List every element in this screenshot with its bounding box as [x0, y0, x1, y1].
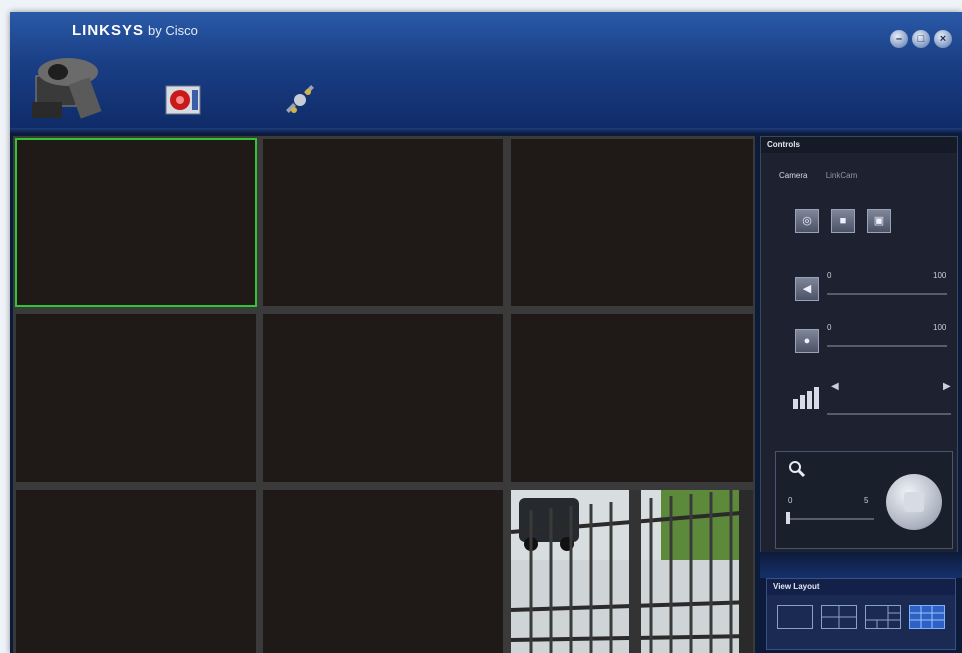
brand-logo: LINKSYS by Cisco — [72, 22, 198, 39]
brand-sub: by Cisco — [148, 23, 198, 38]
view-cell-4[interactable] — [16, 314, 256, 482]
record-button[interactable]: ■ — [831, 209, 855, 233]
snapshot-icon: ◎ — [802, 215, 812, 227]
view-cell-3[interactable] — [511, 139, 753, 306]
volume-max: 100 — [933, 271, 947, 280]
settings-tool[interactable] — [282, 80, 318, 120]
camera-icon: ▣ — [873, 215, 885, 227]
view-cell-2[interactable] — [263, 139, 503, 306]
satellite-settings-icon — [286, 85, 314, 113]
view-cell-8[interactable] — [263, 490, 503, 653]
controls-panel: Controls Camera LinkCam ◎ ■ ▣ ◀ 0 100 ● … — [760, 136, 958, 554]
view-cell-6[interactable] — [511, 314, 753, 482]
view-cell-9[interactable] — [511, 490, 753, 653]
window-controls: – □ × — [890, 30, 952, 48]
view-layout-panel: View Layout — [766, 578, 956, 650]
view-layout-header: View Layout — [767, 579, 955, 595]
volume-min: 0 — [827, 271, 832, 280]
microphone-icon: ● — [803, 335, 811, 347]
quality-slider[interactable] — [827, 413, 951, 415]
maximize-button[interactable]: □ — [912, 30, 930, 48]
view-cell-1[interactable] — [15, 138, 257, 307]
volume-button[interactable]: ◀ — [795, 277, 819, 301]
view-cell-5[interactable] — [263, 314, 503, 482]
zoom-max: 5 — [864, 496, 869, 505]
controls-header: Controls — [761, 137, 957, 153]
mic-slider[interactable] — [827, 345, 947, 347]
layout-mixed-icon — [866, 606, 900, 628]
camera-view-grid — [13, 136, 755, 653]
snapshot-button[interactable]: ◎ — [795, 209, 819, 233]
speaker-icon: ◀ — [802, 283, 812, 295]
quality-left-arrow[interactable]: ◀ — [831, 381, 839, 392]
panel-separator — [760, 552, 962, 578]
camera-label: Camera — [779, 171, 808, 180]
brand-name: LINKSYS — [72, 22, 145, 39]
app-window: LINKSYS by Cisco – □ × Controls Camera L… — [10, 12, 962, 653]
mic-max: 100 — [933, 323, 947, 332]
camera-select[interactable]: LinkCam — [826, 171, 858, 180]
layout-1plus5-button[interactable] — [865, 605, 901, 629]
quality-right-arrow[interactable]: ▶ — [943, 381, 951, 392]
titlebar: LINKSYS by Cisco – □ × — [10, 12, 962, 134]
mic-min: 0 — [827, 323, 832, 332]
zoom-min: 0 — [788, 496, 793, 505]
mic-button[interactable]: ● — [795, 329, 819, 353]
close-button[interactable]: × — [934, 30, 952, 48]
camera-feed-image — [511, 490, 753, 653]
record-film-icon — [165, 85, 201, 115]
zoom-icon — [788, 460, 806, 483]
minimize-button[interactable]: – — [890, 30, 908, 48]
ptz-panel: 0 5 — [775, 451, 953, 549]
camera-tool[interactable] — [28, 50, 108, 122]
volume-slider[interactable] — [827, 293, 947, 295]
camera-button[interactable]: ▣ — [867, 209, 891, 233]
layout-1x1-button[interactable] — [777, 605, 813, 629]
ptz-directional-pad[interactable] — [886, 474, 942, 530]
layout-quad-icon — [822, 606, 856, 628]
camera-row: Camera LinkCam — [779, 171, 857, 180]
ptz-center-button[interactable] — [904, 492, 924, 512]
record-icon: ■ — [839, 215, 847, 227]
zoom-slider-handle[interactable] — [786, 512, 790, 524]
view-cell-7[interactable] — [16, 490, 256, 653]
security-camera-icon — [32, 58, 102, 119]
recording-tool[interactable] — [160, 80, 206, 120]
layout-single-icon — [778, 606, 812, 628]
quality-icon — [791, 383, 821, 416]
zoom-slider[interactable] — [788, 518, 874, 520]
layout-2x2-button[interactable] — [821, 605, 857, 629]
view-layout-options — [767, 595, 955, 639]
layout-grid-icon — [910, 606, 944, 628]
layout-3x3-button[interactable] — [909, 605, 945, 629]
